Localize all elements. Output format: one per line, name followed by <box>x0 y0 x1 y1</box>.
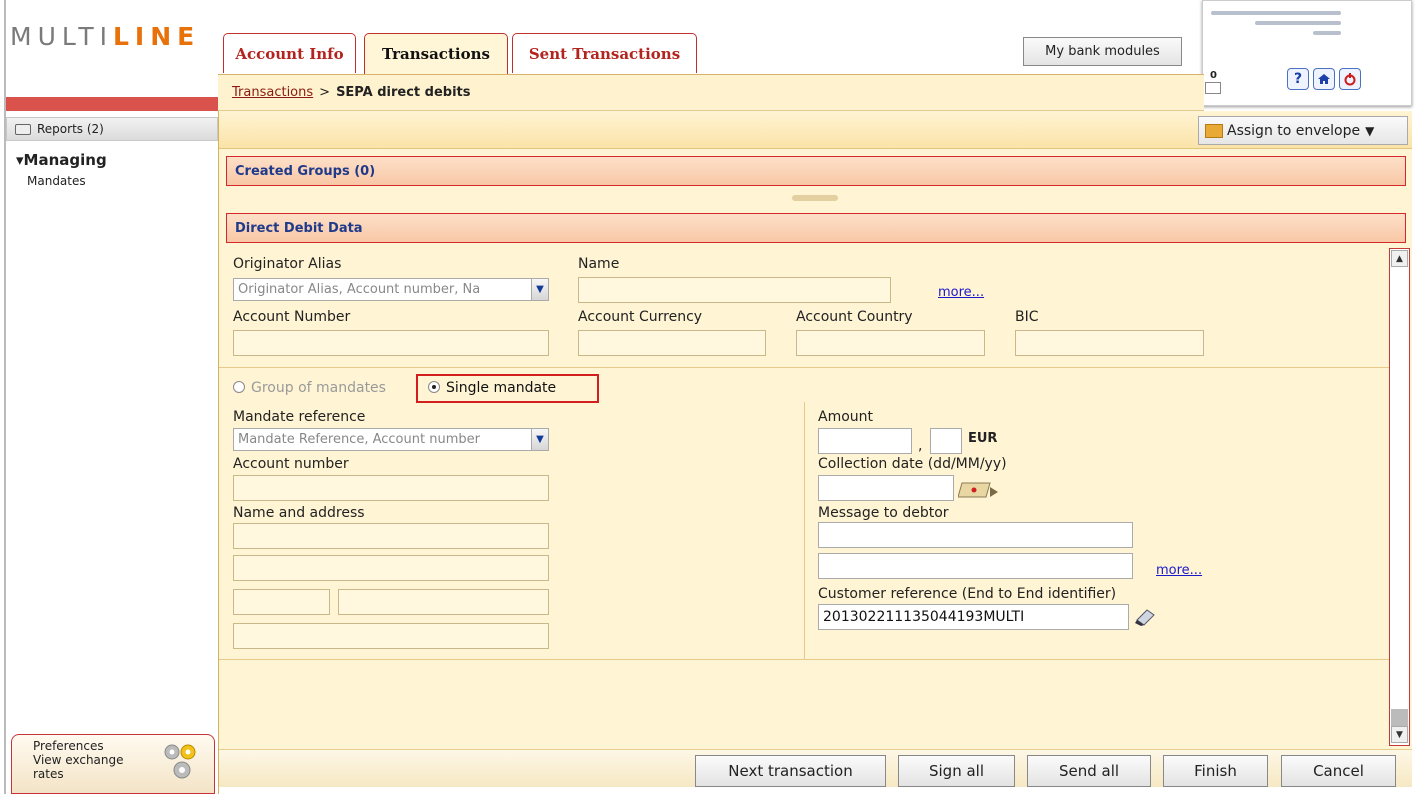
divider <box>219 659 1389 660</box>
breadcrumb-separator: > <box>319 85 331 100</box>
dropdown-arrow-icon: ▼ <box>1365 123 1375 138</box>
assign-envelope-button[interactable]: Assign to envelope ▼ <box>1198 116 1408 145</box>
scroll-down-icon[interactable]: ▼ <box>1391 726 1408 743</box>
tab-sent-transactions[interactable]: Sent Transactions <box>512 33 697 73</box>
account-number-label: Account Number <box>233 309 351 325</box>
user-info-box <box>1202 0 1412 106</box>
column-divider <box>804 402 805 660</box>
multiline-logo: MULTILINE <box>10 22 201 51</box>
address-line-2-field[interactable] <box>233 555 549 581</box>
bic-field[interactable] <box>1015 330 1204 356</box>
eraser-icon[interactable] <box>1133 607 1157 627</box>
tab-transactions[interactable]: Transactions <box>364 33 508 74</box>
country-field[interactable] <box>233 623 549 649</box>
account-currency-field[interactable] <box>578 330 766 356</box>
name-label: Name <box>578 256 620 272</box>
account-number-field[interactable] <box>233 330 549 356</box>
radio-icon <box>233 381 245 393</box>
address-line-1-field[interactable] <box>233 523 549 549</box>
reports-label: Reports (2) <box>37 122 104 136</box>
vertical-scrollbar[interactable]: ▲ ▼ <box>1389 248 1410 746</box>
chevron-down-icon: ▼ <box>531 279 548 300</box>
breadcrumb-link-transactions[interactable]: Transactions <box>232 85 313 100</box>
mandate-reference-label: Mandate reference <box>233 409 366 425</box>
direct-debit-header: Direct Debit Data <box>226 213 1406 243</box>
account-country-field[interactable] <box>796 330 985 356</box>
customer-reference-field[interactable]: 201302211135044193MULTI <box>818 604 1129 630</box>
collection-date-field[interactable] <box>818 475 954 501</box>
gears-icon <box>164 744 196 779</box>
bic-label: BIC <box>1015 309 1039 325</box>
divider <box>219 367 1389 368</box>
finish-button[interactable]: Finish <box>1163 755 1268 787</box>
cancel-button[interactable]: Cancel <box>1281 755 1396 787</box>
currency-label: EUR <box>968 431 998 446</box>
sidebar-item-mandates[interactable]: Mandates <box>27 174 86 188</box>
home-icon[interactable] <box>1313 68 1335 90</box>
account-country-label: Account Country <box>796 309 913 325</box>
customer-reference-label: Customer reference (End to End identifie… <box>818 586 1117 602</box>
radio-selected-icon <box>428 381 440 393</box>
breadcrumb-current: SEPA direct debits <box>336 85 471 100</box>
originator-alias-label: Originator Alias <box>233 256 342 272</box>
message-to-debtor-label: Message to debtor <box>818 505 949 521</box>
city-field[interactable] <box>338 589 549 615</box>
my-bank-modules-button[interactable]: My bank modules <box>1023 37 1182 66</box>
send-all-button[interactable]: Send all <box>1027 755 1151 787</box>
postal-code-field[interactable] <box>233 589 330 615</box>
tab-account-info[interactable]: Account Info <box>223 33 356 73</box>
message-line-1-field[interactable] <box>818 522 1133 548</box>
envelope-count: 0 <box>1210 70 1217 81</box>
single-mandate-radio[interactable]: Single mandate <box>428 380 556 396</box>
account-currency-label: Account Currency <box>578 309 703 325</box>
amount-decimal-field[interactable] <box>930 428 962 454</box>
chevron-down-icon: ▼ <box>531 429 548 450</box>
name-and-address-label: Name and address <box>233 505 365 521</box>
message-more-link[interactable]: more... <box>1156 563 1202 578</box>
mandate-reference-select[interactable]: Mandate Reference, Account number ▼ <box>233 428 549 451</box>
help-icon[interactable]: ? <box>1287 68 1309 90</box>
breadcrumb: Transactions > SEPA direct debits <box>218 74 1204 111</box>
scroll-up-icon[interactable]: ▲ <box>1391 250 1408 267</box>
exchange-rates-link[interactable]: View exchange rates <box>33 753 143 781</box>
group-of-mandates-radio[interactable]: Group of mandates <box>233 380 386 396</box>
sidebar-header-strip <box>6 97 218 111</box>
sidebar-section-managing[interactable]: ▾Managing <box>16 151 107 169</box>
calendar-icon[interactable] <box>958 478 1002 500</box>
originator-more-link[interactable]: more... <box>938 285 984 300</box>
logout-icon[interactable] <box>1339 68 1361 90</box>
envelope-icon[interactable] <box>1205 82 1221 94</box>
mandate-account-number-field[interactable] <box>233 475 549 501</box>
collection-date-label: Collection date (dd/MM/yy) <box>818 456 1007 472</box>
message-line-2-field[interactable] <box>818 553 1133 579</box>
mandate-account-number-label: Account number <box>233 456 349 472</box>
printer-icon <box>15 123 31 135</box>
amount-integer-field[interactable] <box>818 428 912 454</box>
sidebar <box>6 111 219 794</box>
splitter[interactable] <box>219 191 1412 207</box>
folder-icon <box>1205 123 1223 138</box>
decimal-separator: , <box>918 438 923 454</box>
created-groups-header[interactable]: Created Groups (0) <box>226 156 1406 186</box>
originator-name-field[interactable] <box>578 277 891 303</box>
originator-alias-select[interactable]: Originator Alias, Account number, Na ▼ <box>233 278 549 301</box>
amount-label: Amount <box>818 409 874 425</box>
reports-button[interactable]: Reports (2) <box>6 117 218 141</box>
next-transaction-button[interactable]: Next transaction <box>695 755 886 787</box>
sign-all-button[interactable]: Sign all <box>898 755 1015 787</box>
